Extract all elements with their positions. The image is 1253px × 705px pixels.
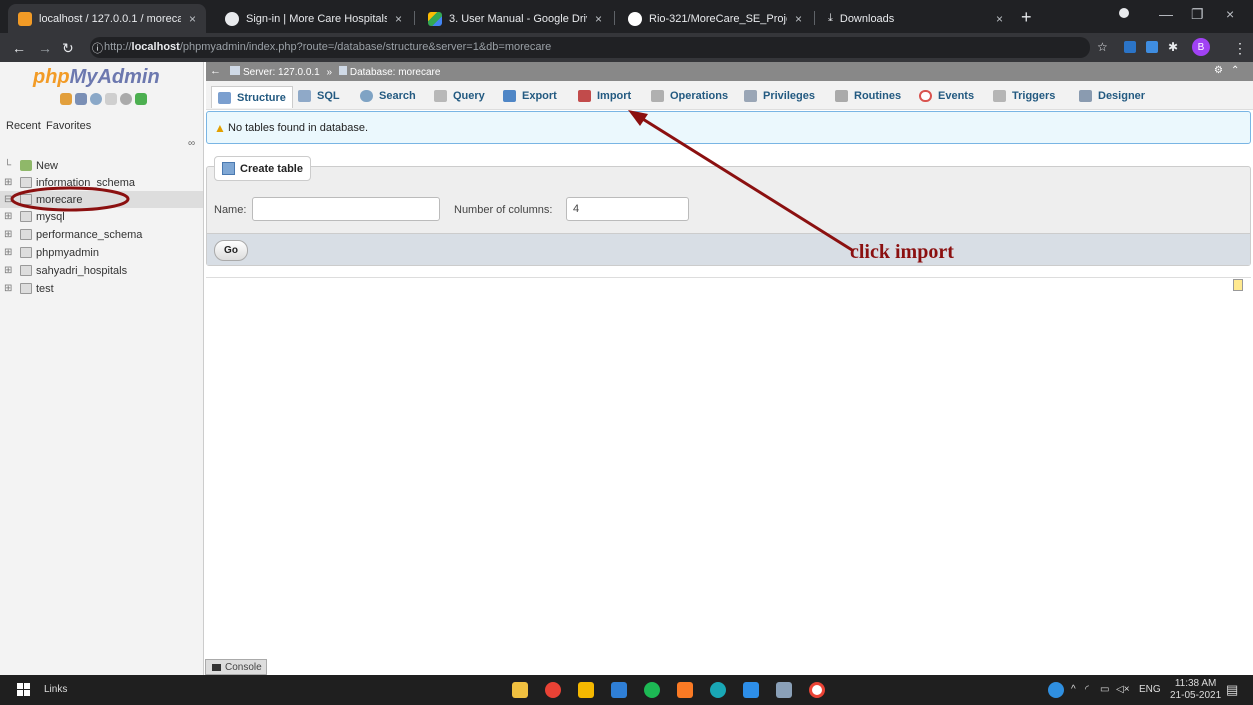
xampp-icon[interactable] [677, 682, 693, 698]
app-icon[interactable] [611, 682, 627, 698]
github-desktop-icon[interactable] [710, 682, 726, 698]
windows-taskbar: Links ^ ◜ ▭ ◁× ENG 11:38 AM 21-05-2021 ▤ [0, 675, 1253, 705]
spotify-icon[interactable] [644, 682, 660, 698]
language-indicator[interactable]: ENG [1139, 684, 1161, 695]
battery-icon[interactable]: ▭ [1100, 684, 1109, 695]
file-explorer-icon[interactable] [512, 682, 528, 698]
taskbar-clock[interactable]: 11:38 AM 21-05-2021 [1170, 678, 1221, 702]
chrome-icon[interactable] [545, 682, 561, 698]
vscode-icon[interactable] [743, 682, 759, 698]
links-toolbar[interactable]: Links [44, 684, 67, 695]
sublime-icon[interactable] [578, 682, 594, 698]
notepad-icon[interactable] [776, 682, 792, 698]
annotation-label: click import [850, 241, 954, 263]
notifications-icon[interactable]: ▤ [1226, 682, 1238, 698]
annotation-circle [10, 186, 130, 212]
tray-chevron-icon[interactable]: ^ [1071, 684, 1076, 695]
network-icon[interactable]: ◜ [1085, 684, 1089, 695]
volume-icon[interactable]: ◁× [1116, 684, 1130, 695]
app-icon[interactable] [809, 682, 825, 698]
windows-start-icon[interactable] [17, 683, 31, 697]
help-tray-icon[interactable] [1048, 682, 1064, 698]
